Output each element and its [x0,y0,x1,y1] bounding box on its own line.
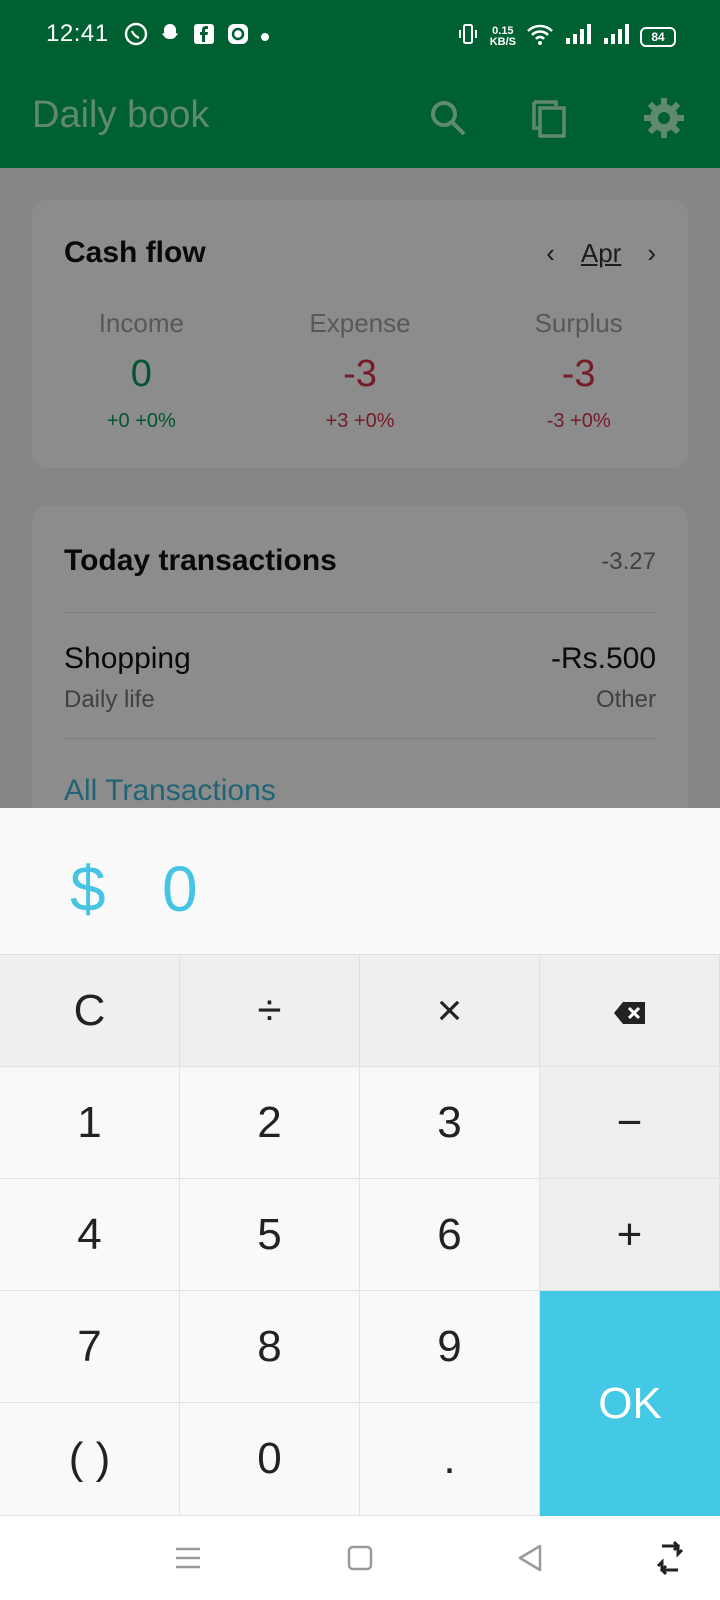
amount-value: 0 [162,853,198,925]
backspace-key[interactable] [540,955,720,1067]
key-6[interactable]: 6 [360,1179,540,1291]
signal-icon-2 [602,22,630,51]
key-4[interactable]: 4 [0,1179,180,1291]
search-icon[interactable] [424,94,472,142]
backspace-icon [613,986,647,1036]
menu-icon[interactable] [170,1540,206,1576]
key-minus[interactable]: − [540,1067,720,1179]
key-plus[interactable]: + [540,1179,720,1291]
status-time: 12:41 [46,20,109,47]
dot-icon [260,29,270,41]
ok-button[interactable]: OK [540,1291,720,1516]
network-speed-value: 0.15 [492,24,514,37]
modal-scrim[interactable] [0,168,720,808]
copy-icon[interactable] [528,94,576,142]
navigation-bar [0,1516,720,1600]
network-speed-unit: KB/S [489,35,516,48]
system-icons: 0.15 KB/S 84 [456,22,676,51]
key-clear[interactable]: C [0,955,180,1067]
status-bar: 12:41 0.15 KB/S 84 [0,0,720,72]
amount-display: $ 0 [0,808,720,955]
key-0[interactable]: 0 [180,1403,360,1516]
battery-indicator: 84 [640,26,676,47]
app-icon [226,22,250,46]
key-2[interactable]: 2 [180,1067,360,1179]
app-title: Daily book [32,94,210,136]
keypad: C ÷ × 1 2 3 − 4 5 6 + 7 8 9 OK ( ) 0 . [0,955,720,1516]
key-8[interactable]: 8 [180,1291,360,1403]
key-divide[interactable]: ÷ [180,955,360,1067]
rotate-icon[interactable] [652,1540,688,1576]
facebook-icon [192,22,216,46]
key-7[interactable]: 7 [0,1291,180,1403]
app-bar: Daily book [0,72,720,168]
network-speed: 0.15 KB/S [489,24,516,48]
back-icon[interactable] [512,1540,548,1576]
notification-icons [124,22,270,46]
vibrate-icon [456,22,480,51]
home-icon[interactable] [342,1540,378,1576]
gear-icon[interactable] [640,94,688,142]
key-5[interactable]: 5 [180,1179,360,1291]
calculator-sheet: $ 0 C ÷ × 1 2 3 − 4 5 6 + 7 8 9 OK () 0… [0,808,720,1516]
key-3[interactable]: 3 [360,1067,540,1179]
screen: 12:41 0.15 KB/S 84 Cash flow ‹ Apr › Inc… [0,0,720,1600]
wifi-icon [526,22,554,51]
key-9[interactable]: 9 [360,1291,540,1403]
key-decimal[interactable]: . [360,1403,540,1516]
key-parentheses[interactable]: ( ) [0,1403,180,1516]
key-1[interactable]: 1 [0,1067,180,1179]
signal-icon [564,22,592,51]
key-multiply[interactable]: × [360,955,540,1067]
whatsapp-icon [124,22,148,46]
currency-symbol[interactable]: $ [70,852,106,926]
snapchat-icon [158,22,182,46]
